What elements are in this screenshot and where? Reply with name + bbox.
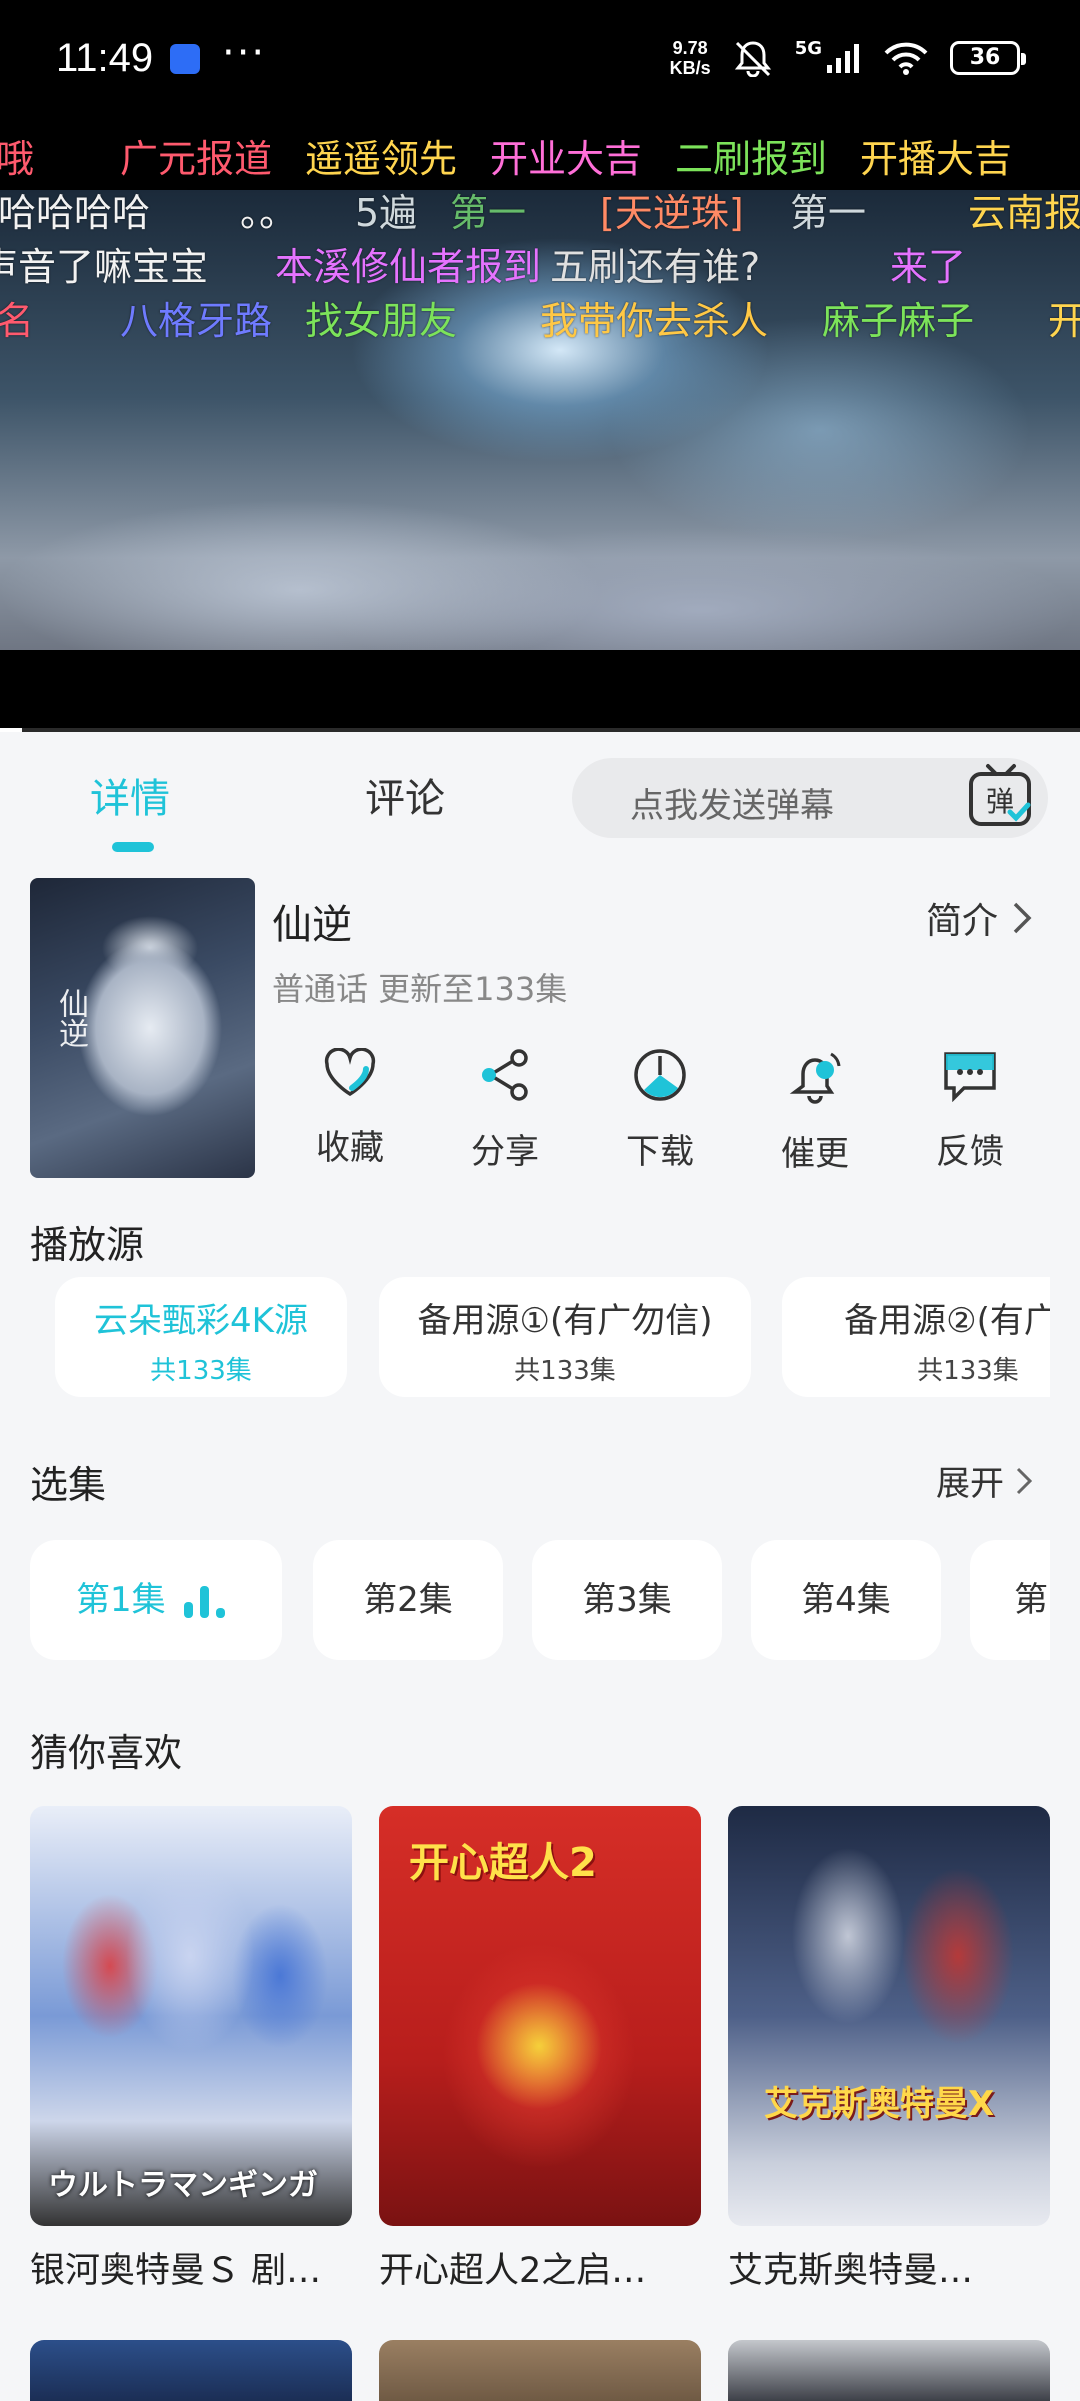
signal-icon [826, 43, 862, 73]
danmaku-comment: 麻子麻子 [822, 299, 975, 343]
recommendation-title: 开心超人2之启… [379, 2251, 647, 2291]
danmaku-comment: 五刷还有谁? [550, 245, 761, 289]
action-row: 收藏 分享 下载 催更 反馈 [290, 1048, 1050, 1178]
episodes-title: 选集 [30, 1463, 107, 1507]
recommendation-cover[interactable]: ウルトラマンギンガ [30, 1806, 352, 2226]
danmaku-comment: 来了 [890, 245, 967, 289]
episode-item[interactable]: 第3集 [532, 1540, 722, 1660]
danmaku-comment: 第一 [790, 191, 867, 235]
net-speed: 9.78 KB/s [669, 38, 711, 78]
wifi-icon [884, 41, 928, 75]
danmaku-comment: 开播大吉 [860, 137, 1013, 181]
danmaku-comment: 哦 [0, 137, 35, 181]
download-button[interactable]: 下载 [600, 1048, 720, 1173]
episode-item[interactable]: 第4集 [751, 1540, 941, 1660]
recommendation-cover-partial[interactable] [30, 2340, 352, 2401]
heart-icon [324, 1048, 376, 1097]
network-type: 5G [794, 37, 822, 59]
recommendation-cover[interactable]: 艾克斯奥特曼X [728, 1806, 1050, 2226]
recommendation-title: 银河奥特曼Ｓ 剧… [30, 2251, 322, 2291]
chevron-right-icon [1013, 902, 1032, 934]
recommendation-cover-partial[interactable] [379, 2340, 701, 2401]
chevron-right-icon [1016, 1467, 1032, 1494]
recommendation-title: 艾克斯奥特曼… [728, 2251, 974, 2291]
cover-text: 开心超人2 [409, 1840, 597, 1886]
danmaku-comment: 本溪修仙者报到 [275, 245, 542, 289]
episode-item[interactable]: 第1集 [30, 1540, 282, 1660]
danmaku-layer: 哦广元报道 遥遥领先 开业大吉 二刷报到 开播大吉 哈哈哈哈。。 5遍 第一 [天逆珠] 第一 云南… [0, 120, 1080, 360]
intro-button[interactable]: 简介 [926, 892, 1032, 944]
danmu-placeholder: 点我发送弹幕 [630, 786, 834, 826]
danmaku-comment: 。。 [240, 191, 298, 235]
expand-episodes-button[interactable]: 展开 [936, 1456, 1032, 1505]
danmaku-comment: 我带你去杀人 [540, 299, 769, 343]
danmu-send-icon[interactable]: 弹 [966, 762, 1036, 832]
danmaku-comment: 八格牙路 [120, 299, 273, 343]
show-title: 仙逆 [272, 902, 352, 948]
danmaku-comment: 广元报道 [120, 137, 273, 181]
danmu-input[interactable]: 点我发送弹幕 弹 [572, 758, 1048, 838]
bell-icon [789, 1052, 841, 1104]
status-time: 11:49 [56, 36, 154, 80]
tab-bar: 详情 评论 点我发送弹幕 弹 [0, 732, 1080, 862]
recommendations-title: 猜你喜欢 [30, 1731, 183, 1775]
show-meta: 普通话 更新至133集 [272, 970, 568, 1008]
sources-title: 播放源 [30, 1223, 145, 1267]
battery-icon: 36 [950, 41, 1026, 75]
danmaku-comment: 声音了嘛宝宝 [0, 245, 209, 289]
share-icon [482, 1049, 528, 1101]
danmaku-comment: 遥遥领先 [305, 137, 458, 181]
share-button[interactable]: 分享 [445, 1048, 565, 1173]
recommendation-cover[interactable]: 开心超人2 [379, 1806, 701, 2226]
danmaku-comment: 二刷报到 [675, 137, 828, 181]
show-detail: 仙逆 仙逆 普通话 更新至133集 简介 收藏 分享 下载 催更 反馈 [0, 878, 1080, 1188]
danmaku-comment: 开 [1048, 299, 1080, 343]
danmaku-comment: 5遍 [355, 191, 418, 235]
danmaku-comment: 名 [0, 299, 35, 343]
show-poster[interactable]: 仙逆 [30, 878, 255, 1178]
danmaku-comment: 云南报 [968, 191, 1080, 235]
episode-list: 第1集 第2集 第3集 第4集 第 [30, 1540, 1050, 1664]
feedback-button[interactable]: 反馈 [910, 1048, 1030, 1173]
danmaku-comment: [天逆珠] [600, 191, 744, 235]
download-icon [634, 1049, 686, 1101]
episode-item[interactable]: 第 [970, 1540, 1050, 1660]
source-item[interactable]: 备用源①(有广勿信) 共133集 [379, 1277, 751, 1397]
source-item[interactable]: 备用源②(有广勿 共133集 [782, 1277, 1050, 1397]
poster-text: 仙逆 [53, 988, 88, 1048]
favorite-button[interactable]: 收藏 [290, 1048, 410, 1169]
tab-details[interactable]: 详情 [90, 766, 170, 824]
status-bar: 11:49 ··· 9.78 KB/s 5G 36 [0, 0, 1080, 120]
recommendation-cover-partial[interactable] [728, 2340, 1050, 2401]
danmaku-comment: 开业大吉 [490, 137, 643, 181]
cover-text: 艾克斯奥特曼X [764, 2084, 995, 2124]
danmaku-comment: 第一 [450, 191, 527, 235]
more-notifications-icon: ··· [222, 30, 267, 76]
source-item[interactable]: 云朵甄彩4K源 共133集 [55, 1277, 347, 1397]
intro-label: 简介 [925, 901, 998, 942]
source-list: 云朵甄彩4K源 共133集 备用源①(有广勿信) 共133集 备用源②(有广勿 … [30, 1277, 1050, 1407]
app-notification-icon [170, 44, 200, 74]
content-panel: 详情 评论 点我发送弹幕 弹 仙逆 仙逆 普通话 更新至133集 简介 收藏 分… [0, 732, 1080, 2401]
danmaku-comment: 找女朋友 [305, 299, 458, 343]
feedback-icon [944, 1052, 996, 1102]
video-player[interactable]: 哦广元报道 遥遥领先 开业大吉 二刷报到 开播大吉 哈哈哈哈。。 5遍 第一 [天逆珠] 第一 云南… [0, 120, 1080, 732]
recommendation-card[interactable]: ウルトラマンギンガ 银河奥特曼Ｓ 剧… [30, 1806, 352, 2293]
danmaku-comment: 哈哈哈哈 [0, 191, 151, 235]
tab-indicator [112, 842, 154, 852]
bell-muted-icon [733, 39, 773, 77]
playing-indicator-icon [184, 1584, 234, 1618]
episode-item[interactable]: 第2集 [313, 1540, 503, 1660]
cover-text: ウルトラマンギンガ [48, 2168, 318, 2203]
tab-comments[interactable]: 评论 [365, 766, 445, 824]
recommendation-card[interactable]: 艾克斯奥特曼X 艾克斯奥特曼… [728, 1806, 1050, 2293]
recommendation-card[interactable]: 开心超人2 开心超人2之启… [379, 1806, 701, 2293]
urge-update-button[interactable]: 催更 [755, 1048, 875, 1175]
